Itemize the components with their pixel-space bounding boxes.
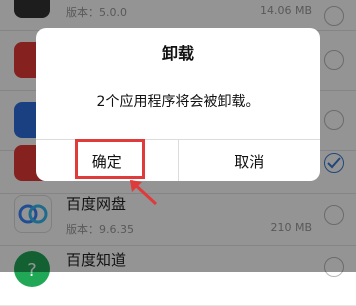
arrow-icon (129, 179, 158, 206)
cancel-button[interactable]: 取消 (177, 140, 321, 181)
dialog-title: 卸载 (161, 44, 194, 63)
highlight-box (75, 139, 145, 179)
dialog-message: 2个应用程序将会被卸载。 (96, 94, 260, 110)
